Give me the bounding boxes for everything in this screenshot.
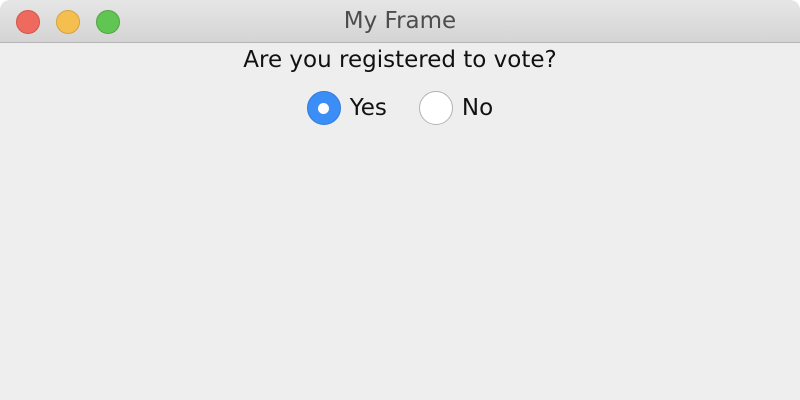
title-bar[interactable]: My Frame	[0, 0, 800, 43]
registration-radio-group: Yes No	[0, 91, 800, 125]
frame-content: Are you registered to vote? Yes No	[0, 43, 800, 400]
window-title: My Frame	[343, 8, 457, 34]
yes-label[interactable]: Yes	[350, 95, 387, 121]
app-window: My Frame Are you registered to vote? Yes…	[0, 0, 800, 400]
question-label: Are you registered to vote?	[243, 47, 557, 73]
no-radio-button[interactable]	[418, 91, 453, 125]
radio-option-no[interactable]: No	[418, 91, 493, 125]
yes-radio-button[interactable]	[306, 91, 341, 125]
radio-option-yes[interactable]: Yes	[306, 91, 387, 125]
no-label[interactable]: No	[462, 95, 493, 121]
